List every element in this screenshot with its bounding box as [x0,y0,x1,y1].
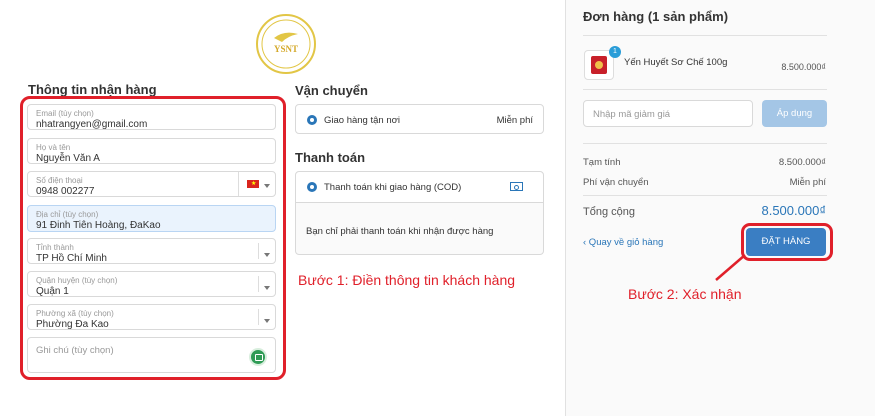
step2-highlight-ring [741,223,833,261]
step1-highlight-box [20,96,286,380]
quantity-badge: 1 [609,46,621,58]
product-price: 8.500.000₫ [781,62,826,72]
product-name: Yến Huyết Sơ Chế 100g [624,57,728,68]
shipping-fee-label: Phí vận chuyển [583,177,649,188]
subtotal-value: 8.500.000₫ [778,157,826,168]
shipping-info-title: Thông tin nhận hàng [28,82,157,97]
payment-option-box[interactable]: Thanh toán khi giao hàng (COD) Bạn chỉ p… [295,171,544,255]
shipping-price: Miễn phí [496,115,533,126]
total-value: 8.500.000₫ [761,203,826,218]
shipping-option-label: Giao hàng tận nơi [324,115,400,126]
order-title: Đơn hàng (1 sản phẩm) [583,9,729,24]
divider [583,143,827,144]
discount-placeholder: Nhập mã giảm giá [593,109,671,120]
svg-text:YSNT: YSNT [274,44,298,54]
payment-option-label: Thanh toán khi giao hàng (COD) [324,182,462,193]
shipping-option[interactable]: Giao hàng tận nơi Miễn phí [295,104,544,134]
divider [583,89,827,90]
cash-icon [510,182,523,191]
shipping-title: Vận chuyển [295,83,368,98]
apply-discount-button[interactable]: Áp dụng [762,100,827,127]
discount-code-input[interactable]: Nhập mã giảm giá [583,100,753,127]
subtotal-label: Tạm tính [583,157,621,168]
payment-title: Thanh toán [295,150,366,165]
shipping-fee-value: Miễn phí [789,177,826,188]
radio-selected-icon[interactable] [307,182,317,192]
total-label: Tổng cộng [583,206,635,218]
store-logo: YSNT [256,14,316,74]
radio-selected-icon[interactable] [307,115,317,125]
divider [583,35,827,36]
payment-note: Bạn chỉ phải thanh toán khi nhận được hà… [306,226,494,237]
step2-annotation: Bước 2: Xác nhận [628,286,742,302]
back-to-cart-link[interactable]: ‹ Quay về giỏ hàng [583,237,663,248]
step1-annotation: Bước 1: Điền thông tin khách hàng [298,272,516,288]
divider [583,195,827,196]
